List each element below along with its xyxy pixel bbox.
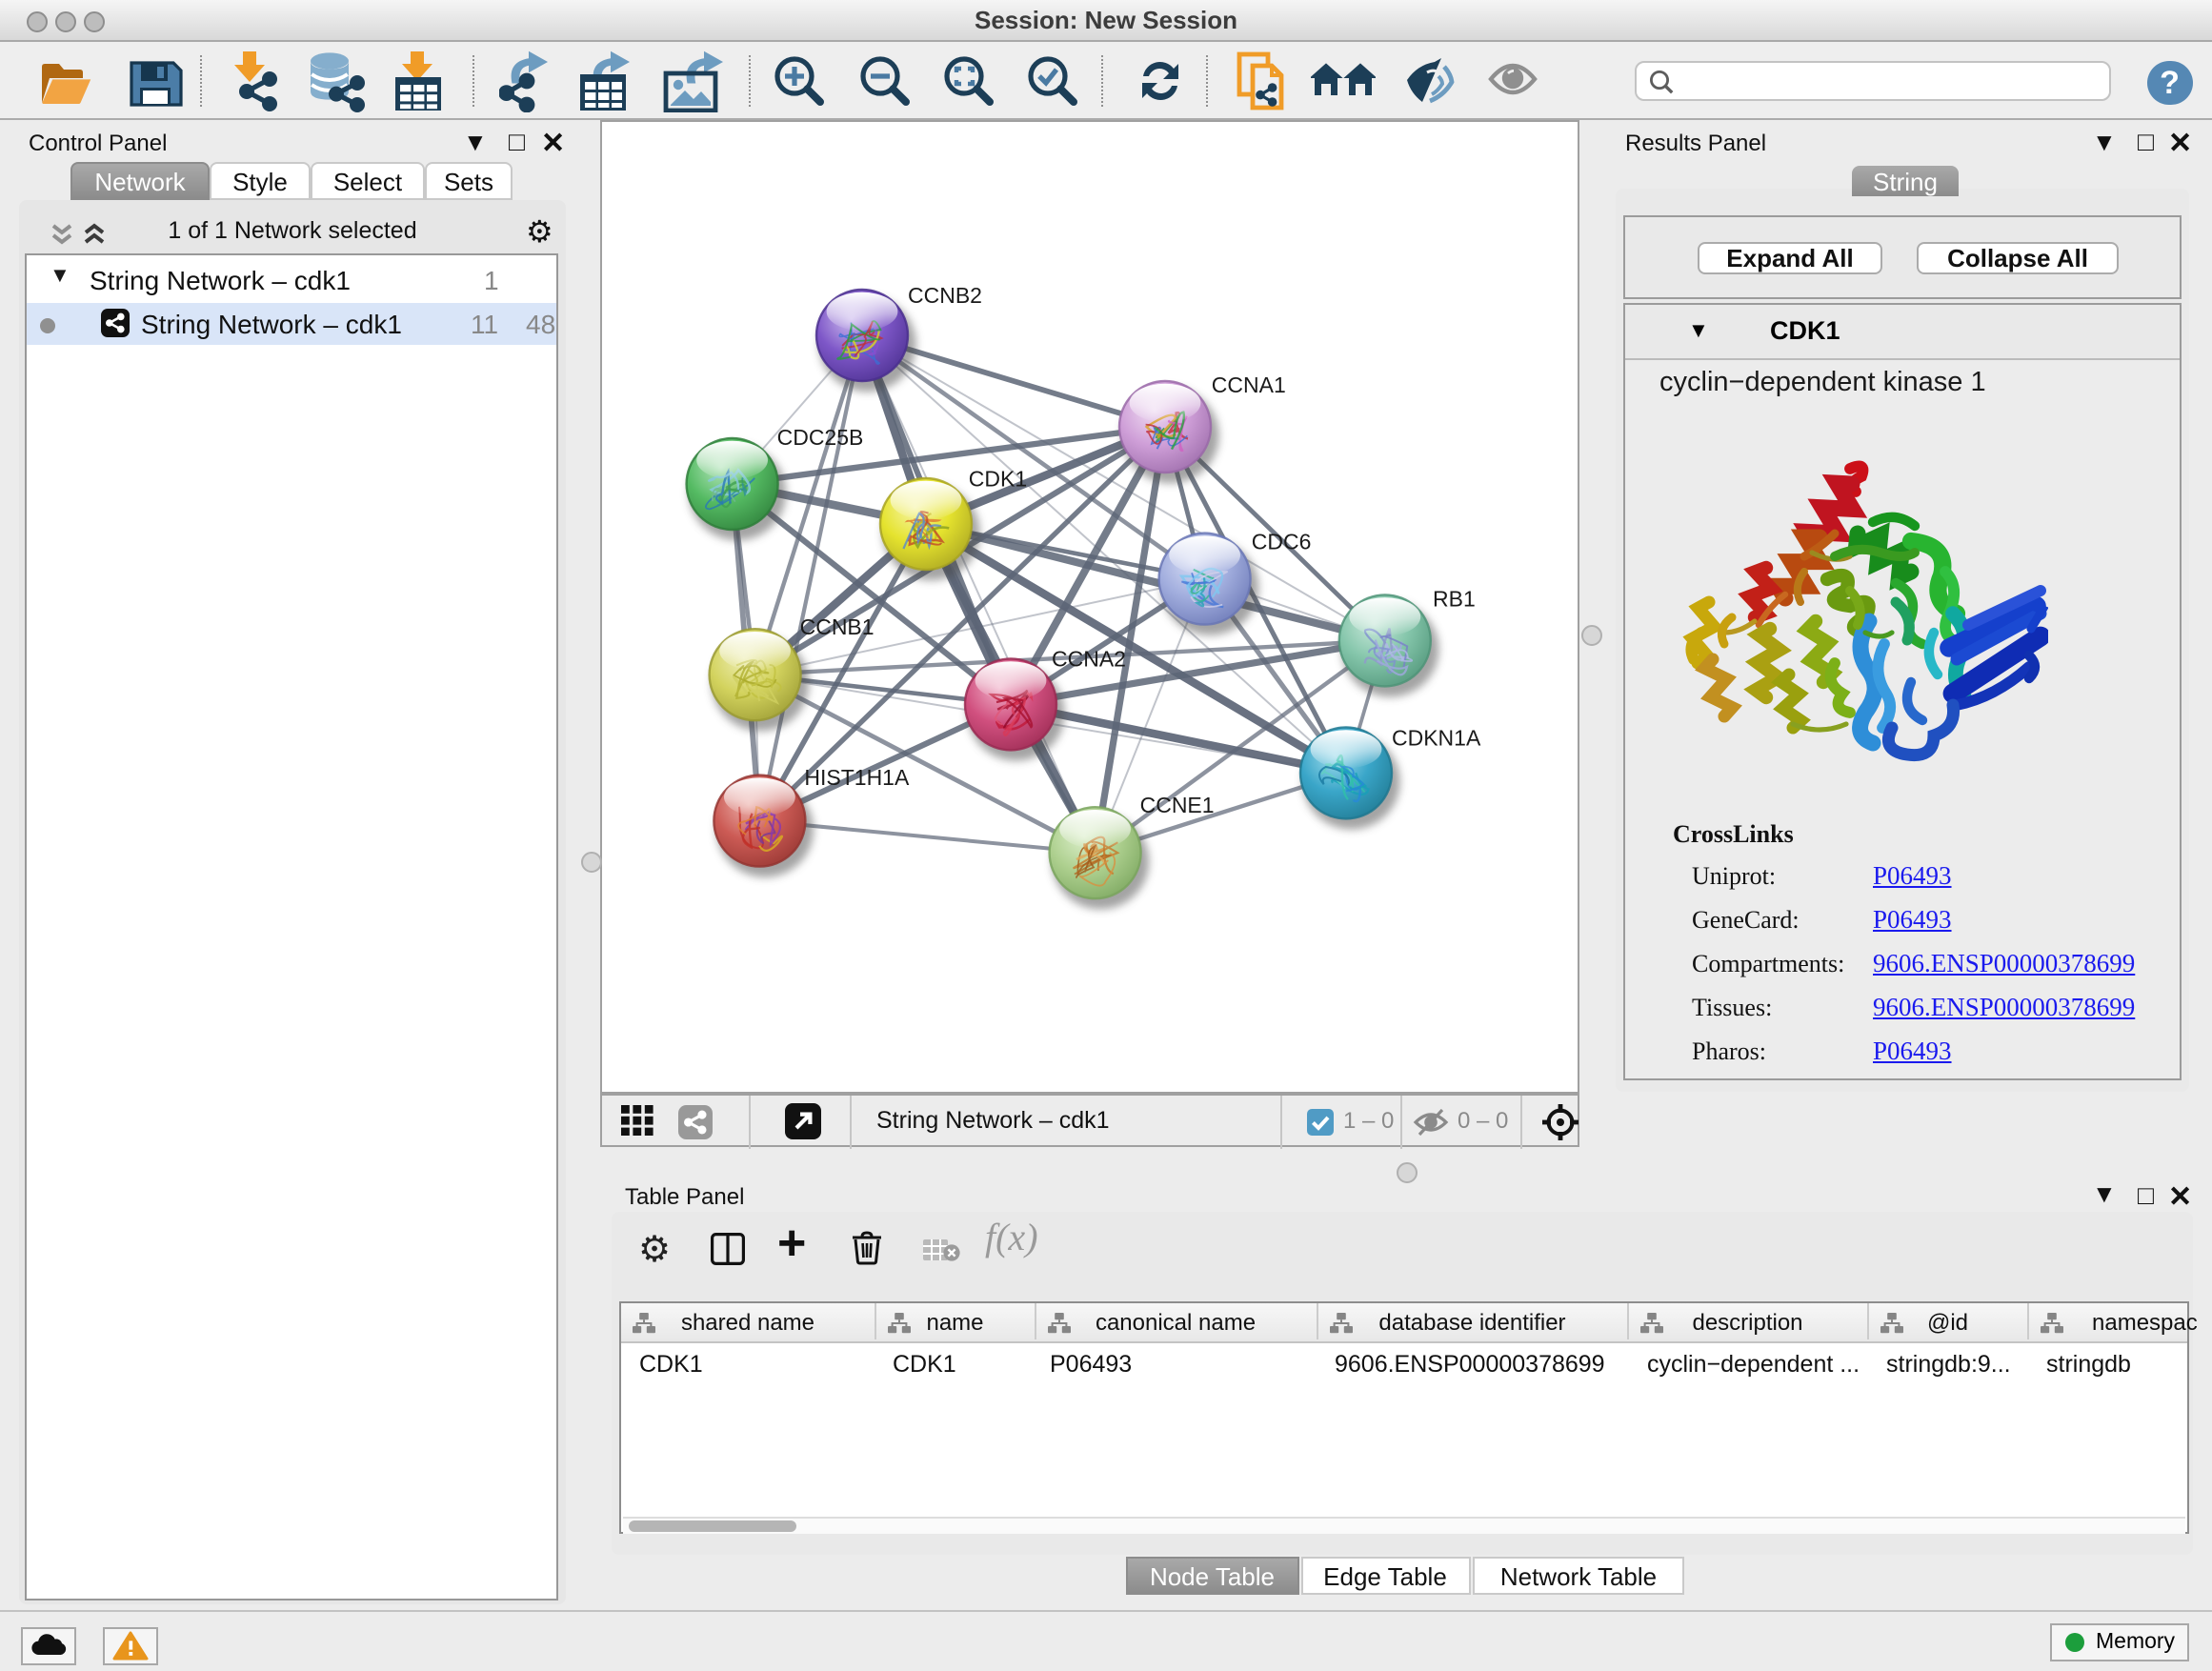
svg-text:CCNA1: CCNA1: [1212, 372, 1286, 396]
svg-text:CCNA2: CCNA2: [1052, 646, 1126, 671]
svg-text:CDC25B: CDC25B: [777, 424, 864, 449]
svg-text:HIST1H1A: HIST1H1A: [804, 764, 910, 789]
svg-text:CCNE1: CCNE1: [1140, 792, 1215, 816]
svg-text:CDC6: CDC6: [1252, 528, 1312, 553]
svg-text:CDKN1A: CDKN1A: [1392, 725, 1481, 750]
svg-text:CDK1: CDK1: [969, 465, 1027, 490]
svg-text:CCNB2: CCNB2: [908, 282, 982, 307]
svg-text:RB1: RB1: [1433, 585, 1476, 610]
svg-text:CCNB1: CCNB1: [800, 614, 875, 638]
